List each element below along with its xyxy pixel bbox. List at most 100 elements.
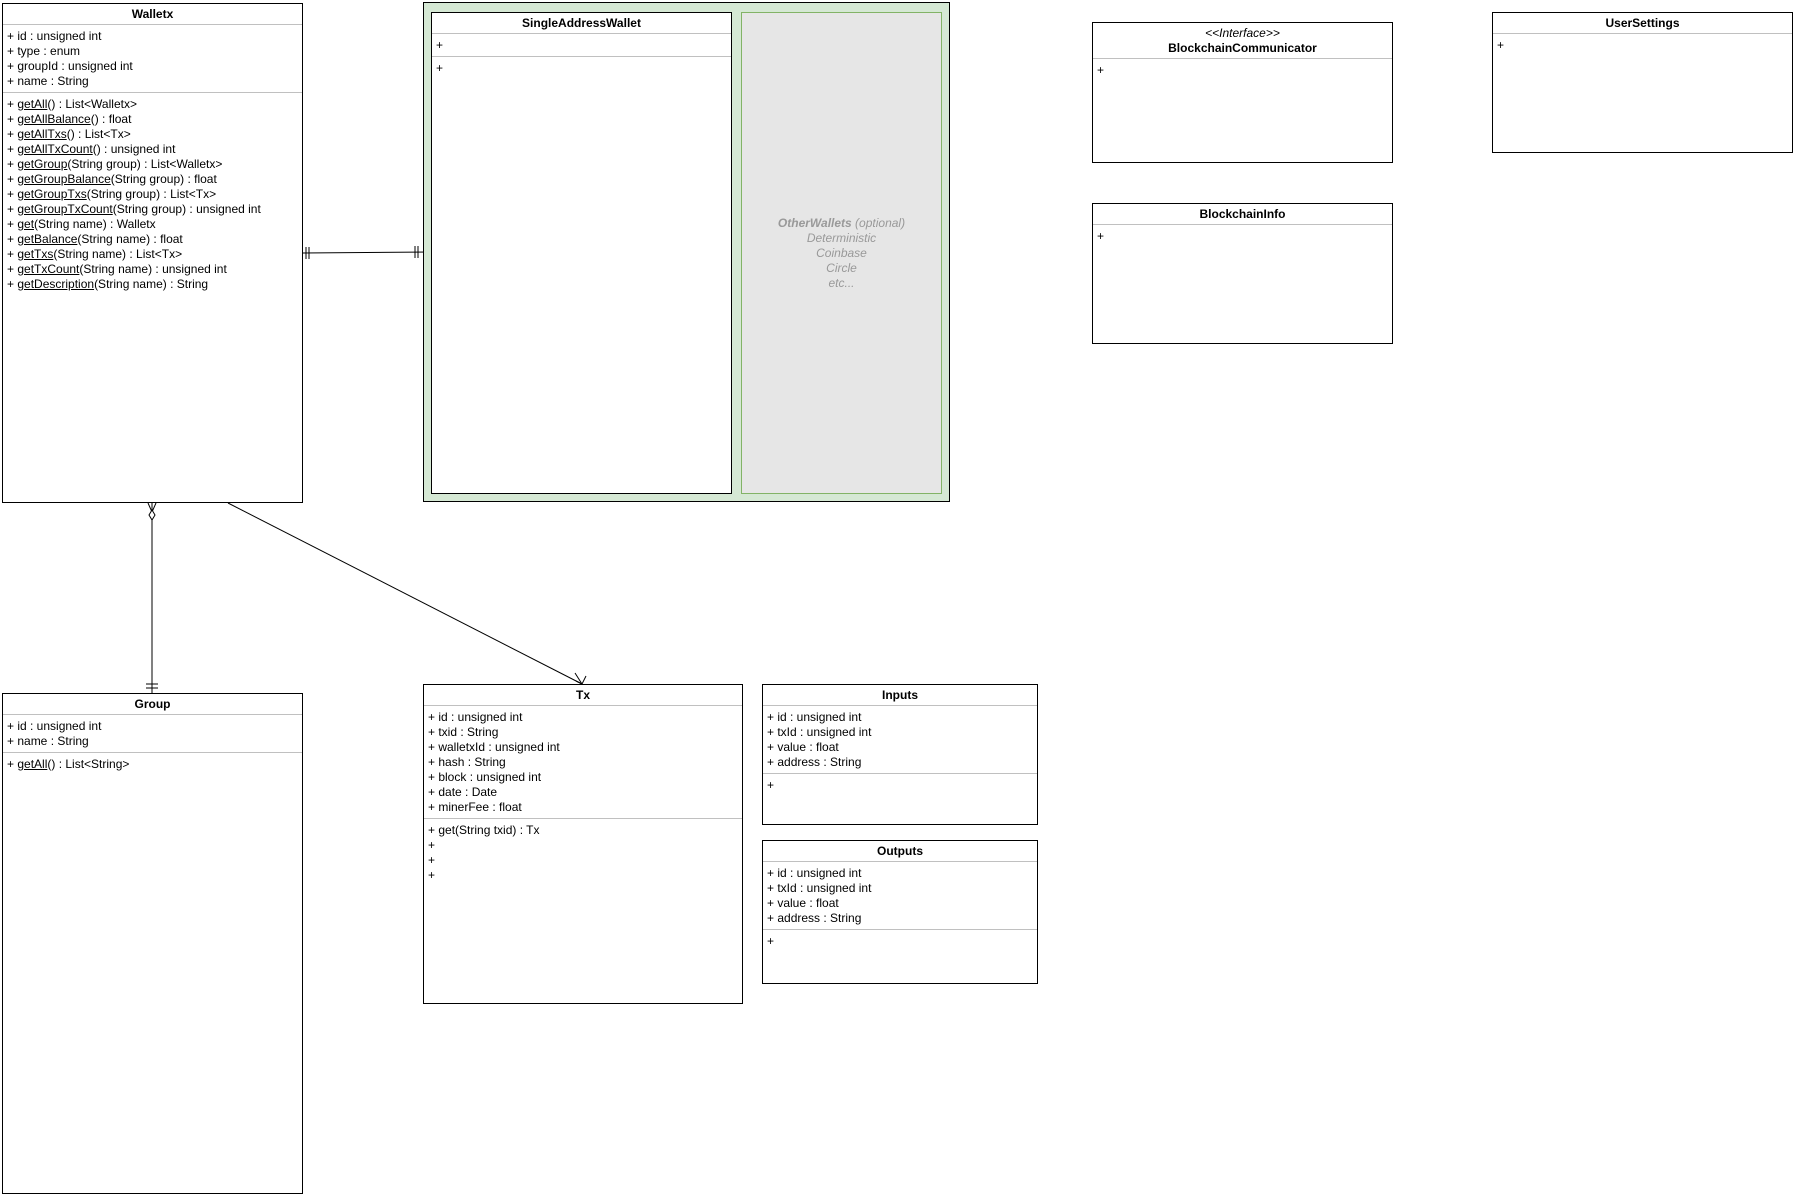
- class-title: Walletx: [131, 7, 174, 21]
- stereotype-label: <<Interface>>: [1205, 26, 1280, 40]
- attribute-list: + id : unsigned int + txId : unsigned in…: [763, 864, 1037, 927]
- method-name: getDescription: [17, 277, 95, 291]
- compartment-divider: [763, 705, 1037, 706]
- class-title: UserSettings: [1605, 16, 1680, 30]
- attribute: + date : Date: [428, 785, 498, 799]
- method-list: +: [763, 776, 1037, 794]
- method: + getAllBalance() : float: [7, 112, 132, 126]
- compartment-divider: [3, 92, 302, 93]
- method: + get(String name) : Walletx: [7, 217, 156, 231]
- compartment-divider: [424, 818, 742, 819]
- attribute-list: + id : unsigned int + name : String: [3, 717, 302, 750]
- method: +: [428, 868, 436, 882]
- compartment-divider: [763, 773, 1037, 774]
- other-wallets-item: Deterministic: [806, 230, 877, 245]
- class-blockchain-info[interactable]: BlockchainInfo +: [1092, 203, 1393, 344]
- method-name: getAll: [17, 97, 48, 111]
- class-inputs[interactable]: Inputs + id : unsigned int + txId : unsi…: [762, 684, 1038, 825]
- other-wallets-name: OtherWallets: [777, 215, 852, 230]
- method: + getBalance(String name) : float: [7, 232, 183, 246]
- method: + getAllTxCount() : unsigned int: [7, 142, 176, 156]
- method-list: + getAll() : List<String>: [3, 755, 302, 773]
- attribute: + block : unsigned int: [428, 770, 542, 784]
- method: +: [1097, 229, 1105, 243]
- other-wallets-title: OtherWallets (optional): [778, 216, 905, 231]
- class-title: <<Interface>> BlockchainCommunicator: [1093, 23, 1392, 56]
- attribute-list: + id : unsigned int + txId : unsigned in…: [763, 708, 1037, 771]
- compartment-divider: [424, 705, 742, 706]
- method-name: getGroupTxCount: [17, 202, 113, 216]
- method-list: +: [1493, 36, 1792, 54]
- attribute: + value : float: [767, 896, 839, 910]
- class-outputs[interactable]: Outputs + id : unsigned int + txId : uns…: [762, 840, 1038, 984]
- method-name: getTxs: [17, 247, 54, 261]
- method: + getAll() : List<String>: [7, 757, 130, 771]
- compartment-divider: [1493, 33, 1792, 34]
- attribute: + name : String: [7, 74, 89, 88]
- method: + getGroup(String group) : List<Walletx>: [7, 157, 223, 171]
- compartment-divider: [1093, 58, 1392, 59]
- method: + getDescription(String name) : String: [7, 277, 209, 291]
- method: + getGroupTxs(String group) : List<Tx>: [7, 187, 217, 201]
- class-title: BlockchainInfo: [1199, 207, 1286, 221]
- attribute: + id : unsigned int: [767, 710, 862, 724]
- class-single-address-wallet[interactable]: SingleAddressWallet + +: [431, 12, 732, 494]
- method: + getGroupTxCount(String group) : unsign…: [7, 202, 261, 216]
- walletx-single-address-wallet-link: [302, 246, 432, 259]
- attribute-list: + id : unsigned int + txid : String + wa…: [424, 708, 742, 816]
- attribute: + walletxId : unsigned int: [428, 740, 560, 754]
- class-blockchain-communicator[interactable]: <<Interface>> BlockchainCommunicator +: [1092, 22, 1393, 163]
- attribute: + address : String: [767, 911, 862, 925]
- attribute: + id : unsigned int: [767, 866, 862, 880]
- attribute: + txId : unsigned int: [767, 725, 872, 739]
- method-name: getAll: [17, 757, 48, 771]
- class-title: Outputs: [877, 844, 923, 858]
- compartment-divider: [763, 929, 1037, 930]
- method: +: [1097, 63, 1105, 77]
- method-list: +: [1093, 227, 1392, 245]
- class-title: Inputs: [882, 688, 918, 702]
- attribute: + txid : String: [428, 725, 499, 739]
- method: +: [428, 838, 436, 852]
- other-wallets-item: etc...: [828, 275, 855, 290]
- class-title: Group: [134, 697, 171, 711]
- method: + getTxCount(String name) : unsigned int: [7, 262, 227, 276]
- method-list: +: [1093, 61, 1392, 79]
- method-name: getAllBalance: [17, 112, 91, 126]
- attribute-list: +: [432, 36, 731, 54]
- class-tx[interactable]: Tx + id : unsigned int + txid : String +…: [423, 684, 743, 1004]
- compartment-divider: [763, 861, 1037, 862]
- attribute: +: [436, 38, 444, 52]
- attribute-list: + id : unsigned int + type : enum + grou…: [3, 27, 302, 90]
- method-list: +: [763, 932, 1037, 950]
- class-group[interactable]: Group + id : unsigned int + name : Strin…: [2, 693, 303, 1194]
- attribute: + name : String: [7, 734, 89, 748]
- compartment-divider: [3, 24, 302, 25]
- attribute: + groupId : unsigned int: [7, 59, 133, 73]
- class-title: SingleAddressWallet: [522, 16, 641, 30]
- walletx-group-link: [146, 502, 158, 693]
- method-name: getAllTxCount: [17, 142, 93, 156]
- attribute: + id : unsigned int: [7, 719, 102, 733]
- attribute: + id : unsigned int: [7, 29, 102, 43]
- method-name: getGroupBalance: [17, 172, 111, 186]
- method: +: [767, 934, 775, 948]
- compartment-divider: [432, 33, 731, 34]
- class-walletx[interactable]: Walletx + id : unsigned int + type : enu…: [2, 3, 303, 503]
- compartment-divider: [1093, 224, 1392, 225]
- class-user-settings[interactable]: UserSettings +: [1492, 12, 1793, 153]
- method-name: get: [17, 217, 35, 231]
- method: +: [767, 778, 775, 792]
- other-wallets-item: Coinbase: [816, 245, 867, 260]
- method-name: getGroupTxs: [17, 187, 87, 201]
- method-list: + getAll() : List<Walletx> + getAllBalan…: [3, 95, 302, 293]
- method: +: [1497, 38, 1505, 52]
- compartment-divider: [3, 714, 302, 715]
- method: +: [428, 853, 436, 867]
- method-list: + get(String txid) : Tx + + +: [424, 821, 742, 884]
- attribute: + id : unsigned int: [428, 710, 523, 724]
- method-name: getAllTxs: [17, 127, 67, 141]
- attribute: + value : float: [767, 740, 839, 754]
- attribute: + address : String: [767, 755, 862, 769]
- compartment-divider: [432, 56, 731, 57]
